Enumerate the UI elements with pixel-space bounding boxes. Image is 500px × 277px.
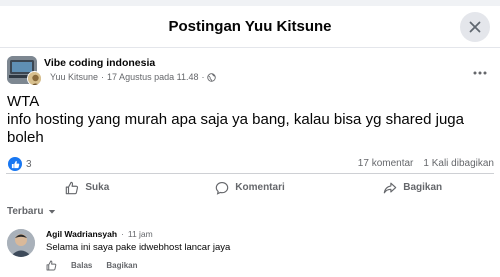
- comment-count-link[interactable]: 17 komentar: [358, 158, 414, 169]
- globe-icon: [207, 72, 217, 82]
- meta-separator: ·: [101, 72, 105, 82]
- author-avatar[interactable]: [27, 71, 42, 86]
- commenter-avatar-image: [7, 229, 35, 257]
- more-options-button[interactable]: [473, 62, 487, 78]
- comment-time[interactable]: 11 jam: [128, 229, 153, 239]
- share-label: Bagikan: [403, 182, 443, 193]
- close-icon: [469, 21, 481, 33]
- chevron-down-icon: [48, 209, 55, 214]
- post-meta: Yuu Kitsune · 17 Agustus pada 11.48 ·: [42, 72, 217, 82]
- author-avatar-image: [28, 72, 41, 85]
- share-count-link[interactable]: 1 Kali dibagikan: [423, 158, 494, 169]
- meta-separator: ·: [201, 72, 205, 82]
- close-button[interactable]: [460, 12, 490, 42]
- comment-button[interactable]: Komentari: [169, 174, 332, 199]
- share-icon: [383, 182, 397, 193]
- post-actions: Suka Komentari Bagikan: [6, 173, 494, 199]
- comment-label: Komentari: [235, 182, 285, 193]
- comment-text: Selama ini saya pake idwebhost lancar ja…: [46, 242, 231, 253]
- engagement-counts: 17 komentar 1 Kali dibagikan: [358, 158, 494, 169]
- author-name-link[interactable]: Yuu Kitsune: [50, 72, 98, 82]
- like-label: Suka: [85, 182, 110, 193]
- more-icon: [473, 71, 487, 75]
- post-text-line: WTA: [7, 93, 40, 110]
- like-reaction-icon: [8, 157, 22, 171]
- post-header: Vibe coding indonesia Yuu Kitsune · 17 A…: [7, 56, 493, 86]
- modal-header: Postingan Yuu Kitsune: [0, 6, 500, 48]
- post-timestamp-link[interactable]: 17 Agustus pada 11.48: [107, 72, 198, 82]
- post-text: WTA info hosting yang murah apa saja ya …: [7, 93, 493, 147]
- thumbs-up-icon[interactable]: [46, 260, 57, 271]
- group-name-link[interactable]: Vibe coding indonesia: [44, 57, 155, 69]
- reaction-count: 3: [26, 158, 32, 170]
- post-text-line: info hosting yang murah apa saja ya bang…: [7, 111, 464, 146]
- commenter-avatar[interactable]: [7, 229, 35, 257]
- share-button[interactable]: Bagikan: [331, 174, 494, 199]
- reply-button[interactable]: Balas: [71, 261, 92, 270]
- comment-icon: [216, 181, 229, 195]
- comment-share-button[interactable]: Bagikan: [106, 261, 137, 270]
- commenter-name-link[interactable]: Agil Wadriansyah · 11 jam: [46, 229, 153, 239]
- comment-actions: Balas Bagikan: [46, 260, 137, 271]
- modal-title: Postingan Yuu Kitsune: [168, 18, 332, 35]
- comment-separator: ·: [121, 229, 124, 239]
- comment-sort-dropdown[interactable]: Terbaru: [7, 206, 56, 217]
- like-button[interactable]: Suka: [6, 174, 169, 199]
- commenter-name: Agil Wadriansyah: [46, 229, 118, 239]
- thumbs-up-icon: [66, 181, 79, 194]
- comment-item: Agil Wadriansyah · 11 jam Selama ini saya …: [7, 227, 493, 277]
- reaction-summary[interactable]: 3: [8, 157, 32, 171]
- sort-label: Terbaru: [7, 206, 44, 217]
